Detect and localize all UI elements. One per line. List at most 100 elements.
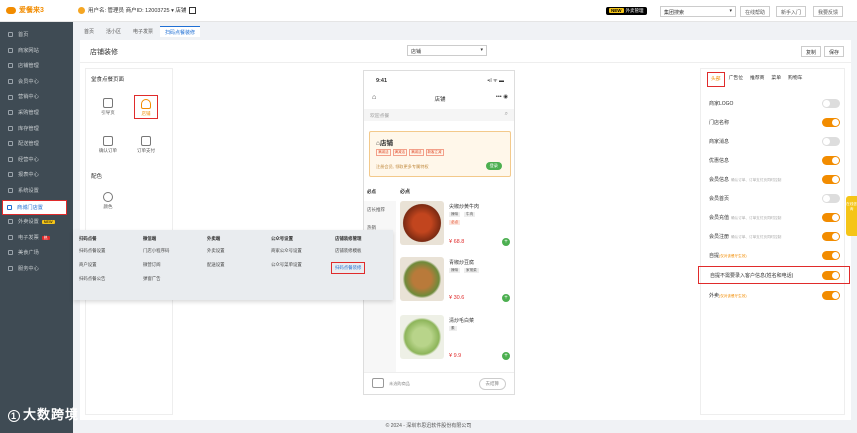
- menu-column: 店铺装修管理 店铺装修模板 扫码点餐装修: [331, 236, 366, 282]
- toggle-member-recharge[interactable]: [822, 213, 840, 222]
- cart-icon[interactable]: [372, 378, 384, 388]
- page-item-color[interactable]: 颜色: [96, 189, 120, 213]
- menu-column: 外卖端 外卖设置 配送设置: [207, 236, 225, 276]
- consult-tab[interactable]: 在线咨询: [846, 196, 857, 236]
- tab-ad[interactable]: 广告位: [726, 72, 746, 87]
- add-icon[interactable]: +: [502, 294, 510, 302]
- page-item-order-pay[interactable]: 订单支付: [134, 133, 158, 157]
- page-item-guide[interactable]: 引导页: [96, 95, 120, 119]
- menu-item[interactable]: 扫码点餐公告: [79, 276, 105, 282]
- service-icon: [8, 266, 13, 272]
- phone-search[interactable]: 欢迎点餐 ⌕: [364, 109, 514, 121]
- tab-menu[interactable]: 菜单: [768, 72, 784, 87]
- sidebar-item-inventory[interactable]: 库存管理: [0, 122, 73, 138]
- menu-item[interactable]: 公众号菜单设置: [271, 262, 302, 268]
- promo-tag: 满减活: [409, 149, 424, 156]
- tab-home[interactable]: 首页: [79, 26, 100, 37]
- takeout-icon: [8, 219, 13, 225]
- food-tag: 辣味: [449, 212, 461, 217]
- food-item[interactable]: 青椒炒豆腐 辣味 家常菜 ¥ 30.6 +: [400, 257, 512, 305]
- menu-item[interactable]: 扫码点餐设置: [79, 248, 105, 254]
- section-dinein-pages: 堂食点餐页面: [91, 77, 125, 83]
- toggle-message[interactable]: [822, 137, 840, 146]
- tab-community[interactable]: 活小区: [101, 26, 127, 37]
- sidebar-item-home[interactable]: 首页: [0, 28, 73, 44]
- sidebar-item-takeout[interactable]: 外卖设置 NEW: [0, 215, 73, 231]
- menu-heading: 外卖端: [207, 236, 221, 241]
- tab-invoice[interactable]: 电子发票: [128, 26, 159, 37]
- toggle-takeout[interactable]: [822, 291, 840, 300]
- sidebar-item-store[interactable]: 店铺管理: [0, 59, 73, 75]
- toggle-pickup-no-info[interactable]: [822, 271, 840, 280]
- sidebar-item-reports[interactable]: 报表中心: [0, 168, 73, 184]
- tab-header[interactable]: 头部: [707, 72, 725, 87]
- checkout-button[interactable]: 去结算: [478, 378, 506, 390]
- user-info[interactable]: 用户名: 管理员 商户ID: 12003725 ▾ 店铺: [78, 6, 197, 15]
- shop-select[interactable]: 店铺: [407, 45, 487, 56]
- menu-item[interactable]: 弹窗广告: [143, 276, 169, 282]
- category-item[interactable]: 店长推荐: [364, 201, 396, 219]
- page-item-confirm-order[interactable]: 确认订单: [96, 133, 120, 157]
- toggle-member-home[interactable]: [822, 194, 840, 203]
- feedback-button[interactable]: 我要反馈: [813, 6, 844, 17]
- sidebar-item-member[interactable]: 会员中心: [0, 75, 73, 91]
- toggle-member-register[interactable]: [822, 232, 840, 241]
- menu-heading: 扫码点餐: [79, 236, 97, 241]
- add-icon[interactable]: +: [502, 238, 510, 246]
- sidebar-item-purchase[interactable]: 采购管理: [0, 106, 73, 122]
- login-button[interactable]: 登录: [485, 162, 502, 170]
- globe-icon: [8, 47, 13, 53]
- menu-heading: 微信端: [143, 236, 157, 241]
- setting-discount: 优惠信息: [701, 152, 846, 170]
- store-select[interactable]: 集团搜索: [660, 6, 736, 17]
- marketing-icon: [8, 94, 13, 100]
- sidebar-item-foodcourt[interactable]: 美食广场: [0, 246, 73, 262]
- tab-scan-decoration[interactable]: 扫码点餐装修: [160, 26, 201, 37]
- menu-item[interactable]: 商家公众号设置: [271, 248, 302, 254]
- food-tag: 辣味: [449, 268, 461, 273]
- tab-cart[interactable]: 购物车: [785, 72, 805, 87]
- sidebar-item-delivery[interactable]: 配送管理: [0, 137, 73, 153]
- sidebar-item-business[interactable]: 经营中心: [0, 153, 73, 169]
- member-icon: [8, 78, 13, 84]
- toggle-store-name[interactable]: [822, 118, 840, 127]
- sidebar-item-marketing[interactable]: 营销中心: [0, 90, 73, 106]
- qrcode-icon[interactable]: [189, 7, 197, 15]
- menu-item[interactable]: 微营订阅: [143, 262, 169, 268]
- page-item-store[interactable]: 店铺: [134, 95, 158, 119]
- divider: [80, 62, 851, 63]
- food-item[interactable]: 尖椒炒黄牛肉 辣味 牛肉 必点 ¥ 68.8 +: [400, 201, 512, 249]
- menu-heading: 店铺装修管理: [335, 236, 362, 241]
- help-button[interactable]: 在线帮助: [740, 6, 771, 17]
- takeout-management-button[interactable]: NEW 外卖管理: [606, 7, 647, 15]
- add-icon[interactable]: +: [502, 352, 510, 360]
- app-logo[interactable]: 爱餐来3: [6, 5, 44, 15]
- menu-item[interactable]: 门店小程序码: [143, 248, 169, 254]
- toggle-self-pickup[interactable]: [822, 251, 840, 260]
- toggle-discount[interactable]: [822, 156, 840, 165]
- phone-nav: ⌂ 店铺 ••• ◉: [364, 91, 514, 105]
- menu-item-scan-decoration[interactable]: 扫码点餐装修: [331, 262, 366, 274]
- toggle-member-info[interactable]: [822, 175, 840, 184]
- sidebar-item-store-settings[interactable]: 商城门店置: [2, 199, 67, 216]
- sidebar-item-service[interactable]: 服务中心: [0, 262, 73, 278]
- category-item[interactable]: 必点: [364, 183, 396, 201]
- menu-item[interactable]: 商户设置: [79, 262, 105, 268]
- toggle-logo[interactable]: [822, 99, 840, 108]
- menu-item[interactable]: 配送设置: [207, 262, 225, 268]
- menu-item[interactable]: 店铺装修模板: [335, 248, 365, 254]
- menu-item[interactable]: 外卖设置: [207, 248, 225, 254]
- more-icon[interactable]: ••• ◉: [496, 94, 508, 100]
- guide-button[interactable]: 新手入门: [776, 6, 807, 17]
- shop-card: ⌂店铺 满减活 满减活 满减活 新客立减 注册会员, 领取更多专属特权 登录: [369, 131, 511, 177]
- menu-column: 扫码点餐 扫码点餐设置 商户设置 扫码点餐公告: [79, 236, 105, 290]
- save-button[interactable]: 保存: [824, 46, 845, 57]
- food-item[interactable]: 清炒毛白菜 素 ¥ 9.9 +: [400, 315, 512, 363]
- tab-recommend[interactable]: 推荐商: [747, 72, 767, 87]
- sidebar-item-settings[interactable]: 系统设置: [0, 184, 73, 200]
- hot-badge: 热: [41, 235, 50, 240]
- setting-member-register: 会员注册 确认订单、订单支付页同时控制: [701, 228, 846, 246]
- sidebar-item-website[interactable]: 商家网站: [0, 44, 73, 60]
- copy-button[interactable]: 复制: [801, 46, 822, 57]
- sidebar-item-invoice[interactable]: 电子发票热: [0, 231, 73, 247]
